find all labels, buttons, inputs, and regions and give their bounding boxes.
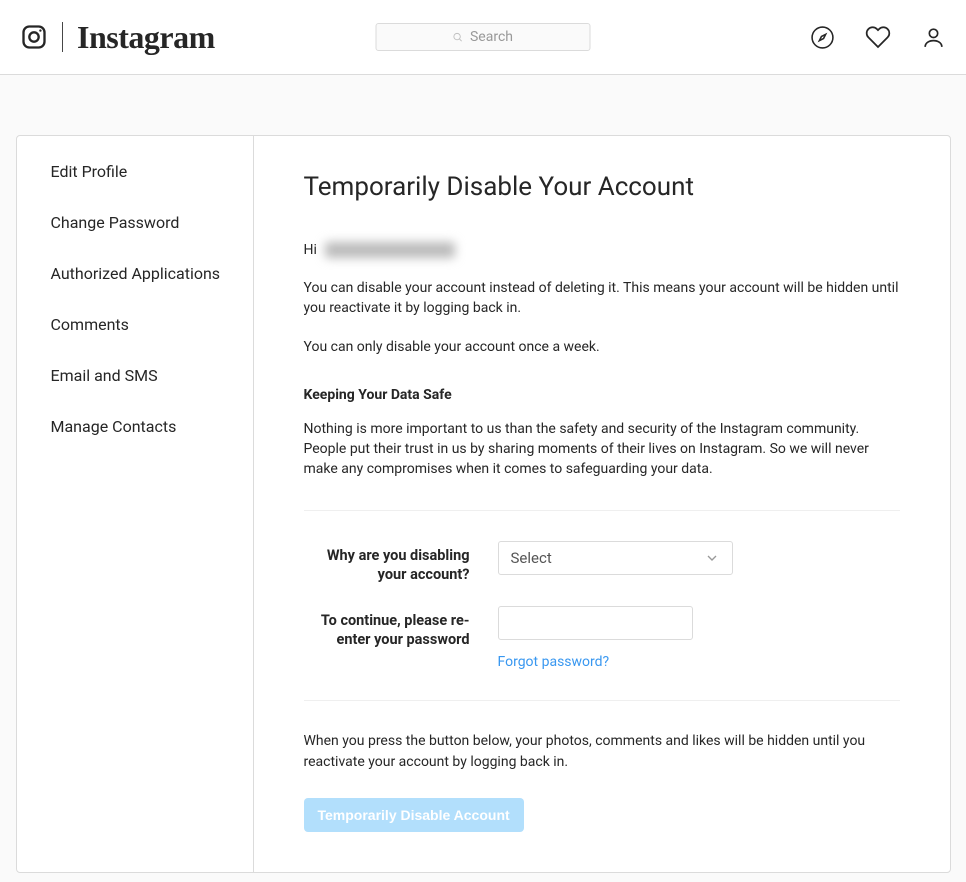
intro-paragraph-1: You can disable your account instead of … — [304, 278, 900, 319]
top-navbar: Instagram Search — [0, 0, 966, 75]
brand-divider — [62, 22, 63, 52]
sidebar-item-manage-contacts[interactable]: Manage Contacts — [17, 401, 253, 452]
greeting-prefix: Hi — [304, 242, 317, 258]
username-redacted — [325, 242, 455, 258]
password-label: To continue, please re-enter your passwo… — [304, 606, 498, 650]
section-divider-2 — [304, 700, 900, 701]
main-content: Temporarily Disable Your Account Hi You … — [254, 136, 950, 872]
instagram-glyph-icon[interactable] — [20, 23, 48, 51]
sidebar-item-email-sms[interactable]: Email and SMS — [17, 350, 253, 401]
settings-sidebar: Edit Profile Change Password Authorized … — [17, 136, 254, 872]
search-input[interactable]: Search — [376, 23, 591, 51]
forgot-password-link[interactable]: Forgot password? — [498, 654, 733, 670]
search-placeholder: Search — [470, 29, 513, 45]
explore-icon[interactable] — [810, 25, 835, 50]
chevron-down-icon — [704, 550, 720, 566]
password-input[interactable] — [498, 606, 693, 640]
reason-select[interactable]: Select — [498, 541, 733, 575]
instagram-wordmark[interactable]: Instagram — [77, 19, 215, 56]
greeting-line: Hi — [304, 242, 900, 258]
brand-area: Instagram — [20, 19, 215, 56]
settings-panel: Edit Profile Change Password Authorized … — [16, 135, 951, 873]
intro-paragraph-2: You can only disable your account once a… — [304, 337, 900, 357]
temporarily-disable-button[interactable]: Temporarily Disable Account — [304, 798, 524, 832]
section-divider — [304, 510, 900, 511]
search-container: Search — [376, 23, 591, 51]
data-safe-paragraph: Nothing is more important to us than the… — [304, 419, 900, 480]
password-row: To continue, please re-enter your passwo… — [304, 606, 900, 670]
search-icon — [453, 32, 464, 43]
page-title: Temporarily Disable Your Account — [304, 172, 900, 202]
profile-icon[interactable] — [921, 25, 946, 50]
confirm-paragraph: When you press the button below, your ph… — [304, 731, 900, 772]
reason-row: Why are you disabling your account? Sele… — [304, 541, 900, 585]
activity-heart-icon[interactable] — [865, 24, 891, 50]
sidebar-item-change-password[interactable]: Change Password — [17, 197, 253, 248]
nav-icons — [810, 24, 946, 50]
data-safe-heading: Keeping Your Data Safe — [304, 387, 900, 403]
sidebar-item-comments[interactable]: Comments — [17, 299, 253, 350]
sidebar-item-authorized-apps[interactable]: Authorized Applications — [17, 248, 253, 299]
reason-select-value: Select — [511, 549, 552, 567]
sidebar-item-edit-profile[interactable]: Edit Profile — [17, 146, 253, 197]
reason-label: Why are you disabling your account? — [304, 541, 498, 585]
